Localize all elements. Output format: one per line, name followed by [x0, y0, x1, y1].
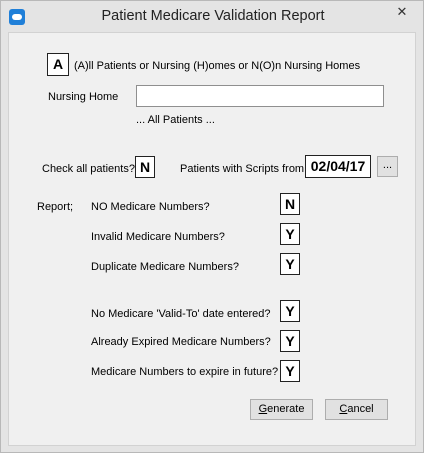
nursing-home-label: Nursing Home: [48, 91, 119, 103]
report-window: Patient Medicare Validation Report ✕ A (…: [0, 0, 424, 453]
report-option-field[interactable]: Y: [280, 360, 300, 382]
check-all-field[interactable]: N: [135, 156, 155, 178]
report-option-field[interactable]: Y: [280, 300, 300, 322]
report-label: Report;: [37, 201, 74, 213]
report-option-field[interactable]: Y: [280, 223, 300, 245]
report-option-label: Medicare Numbers to expire in future?: [91, 366, 279, 378]
report-option-label: Invalid Medicare Numbers?: [91, 231, 225, 243]
date-picker-button[interactable]: ...: [377, 156, 398, 177]
report-option-field[interactable]: Y: [280, 253, 300, 275]
close-icon[interactable]: ✕: [387, 2, 417, 22]
title-bar[interactable]: Patient Medicare Validation Report ✕: [1, 1, 423, 32]
generate-button[interactable]: Generate: [250, 399, 313, 420]
dialog-body: A (A)ll Patients or Nursing (H)omes or N…: [8, 32, 416, 446]
report-option-label: Already Expired Medicare Numbers?: [91, 336, 271, 348]
report-option-label: Duplicate Medicare Numbers?: [91, 261, 239, 273]
report-option-label: NO Medicare Numbers?: [91, 201, 210, 213]
nursing-home-input[interactable]: [136, 85, 384, 107]
report-option-field[interactable]: N: [280, 193, 300, 215]
report-option-label: No Medicare 'Valid-To' date entered?: [91, 308, 271, 320]
nursing-home-hint: ... All Patients ...: [136, 114, 215, 126]
cancel-button[interactable]: Cancel: [325, 399, 388, 420]
check-all-label: Check all patients?: [42, 163, 135, 175]
window-title: Patient Medicare Validation Report: [101, 8, 325, 24]
patient-selection-description: (A)ll Patients or Nursing (H)omes or N(O…: [74, 60, 361, 72]
report-option-field[interactable]: Y: [280, 330, 300, 352]
scripts-from-label: Patients with Scripts from: [180, 163, 305, 175]
patient-selection-field[interactable]: A: [47, 53, 69, 76]
scripts-from-date-field[interactable]: 02/04/17: [305, 155, 371, 178]
